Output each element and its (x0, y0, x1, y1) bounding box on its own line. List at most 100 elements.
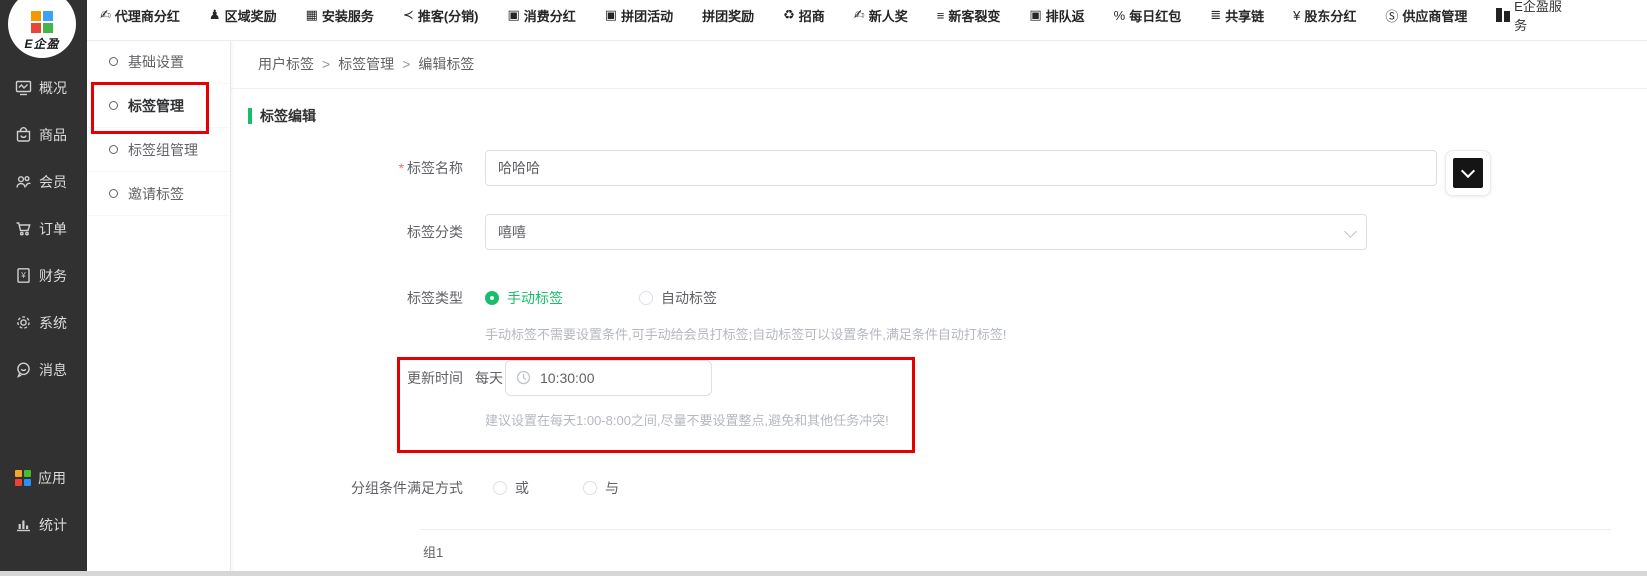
breadcrumb-tag-management[interactable]: 标签管理 (338, 54, 394, 74)
top-navigation-bar: ✍代理商分红 ♟区域奖励 ▦安装服务 ≺推客(分销) ▣消费分红 ▣拼团活动 拼… (87, 0, 1647, 41)
svg-text:¥: ¥ (20, 271, 26, 280)
submenu-item-invite-tag[interactable]: 邀请标签 (87, 172, 230, 216)
topnav-item-install-service[interactable]: ▦安装服务 (306, 6, 374, 25)
auto-tag-radio[interactable] (639, 291, 653, 305)
image-icon: ▣ (507, 7, 519, 23)
manual-tag-radio[interactable] (485, 291, 499, 305)
manual-tag-radio-label[interactable]: 手动标签 (507, 288, 563, 308)
topnav-service-entry[interactable]: E企盈服务 (1496, 0, 1565, 34)
sidebar-item-stats[interactable]: 统计 (0, 501, 87, 548)
share-icon: ≺ (403, 7, 414, 23)
topnav-item-new-customer-fission[interactable]: ≡新客裂变 (937, 6, 1001, 25)
bar-chart-icon (15, 516, 32, 533)
radio-bullet-icon (109, 57, 118, 66)
sidebar-item-apps[interactable]: 应用 (0, 454, 87, 501)
topnav-item-agent-dividend[interactable]: ✍代理商分红 (100, 6, 180, 25)
update-time-value[interactable] (505, 360, 712, 396)
main-content: 用户标签 > 标签管理 > 编辑标签 标签编辑 *标签名称 标签分类 标签类型 … (230, 40, 1647, 576)
or-radio[interactable] (493, 481, 507, 495)
finance-icon: ¥ (15, 267, 32, 284)
window-bottom-strip (0, 571, 1647, 576)
required-asterisk: * (399, 160, 404, 176)
radio-bullet-icon (109, 189, 118, 198)
topnav-item-region-reward[interactable]: ♟区域奖励 (209, 6, 277, 25)
sidebar-item-label: 消息 (39, 360, 67, 380)
topnav-item-investment[interactable]: ♻招商 (783, 6, 825, 25)
topnav-item-group-reward[interactable]: 拼团奖励 (702, 6, 754, 25)
handshake-icon: ✍ (854, 7, 865, 23)
sidebar-item-system[interactable]: 系统 (0, 299, 87, 346)
sidebar-item-label: 统计 (39, 515, 67, 535)
recycle-icon: ♻ (783, 7, 795, 23)
tag-name-input[interactable] (485, 150, 1437, 186)
person-award-icon: ♟ (209, 7, 221, 23)
topnav-item-group-activity[interactable]: ▣拼团活动 (605, 6, 673, 25)
logo-text: E企盈 (24, 35, 59, 52)
breadcrumb-edit-tag: 编辑标签 (418, 54, 474, 74)
s-circle-icon: Ⓢ (1385, 6, 1398, 25)
tag-type-radio-group: 手动标签 自动标签 (485, 280, 717, 316)
yen-icon: ¥ (1293, 8, 1300, 23)
or-radio-label[interactable]: 或 (515, 478, 529, 498)
tag-type-label: 标签类型 (230, 280, 463, 316)
sidebar-item-members[interactable]: 会员 (0, 158, 87, 205)
and-radio[interactable] (583, 481, 597, 495)
breadcrumb: 用户标签 > 标签管理 > 编辑标签 (230, 40, 1647, 89)
topnav-item-newcomer-award[interactable]: ✍新人奖 (854, 6, 908, 25)
sidebar-item-finance[interactable]: ¥ 财务 (0, 252, 87, 299)
handshake-icon: ✍ (100, 7, 111, 23)
clock-icon (516, 370, 531, 385)
tag-category-select[interactable] (485, 214, 1367, 250)
logo-squares-icon (31, 11, 53, 33)
tag-type-hint: 手动标签不需要设置条件,可手动给会员打标签;自动标签可以设置条件,满足条件自动打… (485, 324, 1006, 343)
sidebar-item-label: 概况 (39, 78, 67, 98)
group-condition-radio-group: 或 与 (493, 470, 619, 506)
breadcrumb-separator: > (402, 56, 410, 72)
main-sidebar: 概况 商品 会员 订单 ¥ 财务 系统 (0, 0, 87, 576)
link-icon: % (1114, 8, 1126, 23)
tag-category-value[interactable] (485, 214, 1367, 250)
breadcrumb-user-tags[interactable]: 用户标签 (258, 54, 314, 74)
and-radio-label[interactable]: 与 (605, 478, 619, 498)
grid-icon: ▦ (306, 7, 318, 23)
section-accent-bar (248, 108, 252, 124)
radio-bullet-icon (109, 101, 118, 110)
breadcrumb-separator: > (322, 56, 330, 72)
image-icon: ▣ (1029, 7, 1041, 23)
submenu-item-tag-management[interactable]: 标签管理 (87, 84, 230, 128)
topnav-item-shareholder-dividend[interactable]: ¥股东分红 (1293, 6, 1356, 25)
section-header: 标签编辑 (248, 106, 316, 126)
topnav-item-supplier-management[interactable]: Ⓢ供应商管理 (1385, 6, 1467, 25)
update-time-picker[interactable] (505, 360, 712, 396)
submenu-item-basic-settings[interactable]: 基础设置 (87, 40, 230, 84)
sidebar-item-overview[interactable]: 概况 (0, 64, 87, 111)
tag-name-dropdown-button[interactable] (1445, 150, 1491, 196)
tag-submenu: 基础设置 标签管理 标签组管理 邀请标签 (87, 40, 231, 576)
sidebar-item-messages[interactable]: 消息 (0, 346, 87, 393)
gear-icon (15, 314, 32, 331)
topnav-item-consume-dividend[interactable]: ▣消费分红 (507, 6, 575, 25)
tag-category-label: 标签分类 (230, 214, 463, 250)
overview-icon (15, 79, 32, 96)
update-time-hint: 建议设置在每天1:00-8:00之间,尽量不要设置整点,避免和其他任务冲突! (485, 410, 889, 429)
sidebar-item-label: 系统 (39, 313, 67, 333)
apps-icon (15, 470, 31, 486)
update-time-label: 更新时间 (230, 360, 463, 396)
sidebar-item-orders[interactable]: 订单 (0, 205, 87, 252)
sidebar-item-label: 会员 (39, 172, 67, 192)
sidebar-item-goods[interactable]: 商品 (0, 111, 87, 158)
condition-group-card: 组1 (420, 529, 1611, 561)
chevron-down-icon (1461, 164, 1475, 178)
group-condition-label: 分组条件满足方式 (230, 470, 463, 506)
topnav-item-daily-redpacket[interactable]: %每日红包 (1114, 6, 1182, 25)
sidebar-item-label: 商品 (39, 125, 67, 145)
topnav-item-queue-return[interactable]: ▣排队返 (1029, 6, 1084, 25)
topnav-item-share-chain[interactable]: ≣共享链 (1210, 6, 1264, 25)
auto-tag-radio-label[interactable]: 自动标签 (661, 288, 717, 308)
sidebar-item-label: 财务 (39, 266, 67, 286)
section-title: 标签编辑 (260, 106, 316, 126)
submenu-item-tag-group-management[interactable]: 标签组管理 (87, 128, 230, 172)
app-window: 概况 商品 会员 订单 ¥ 财务 系统 (0, 0, 1647, 576)
sidebar-item-label: 订单 (39, 219, 67, 239)
topnav-item-promoter[interactable]: ≺推客(分销) (403, 6, 479, 25)
